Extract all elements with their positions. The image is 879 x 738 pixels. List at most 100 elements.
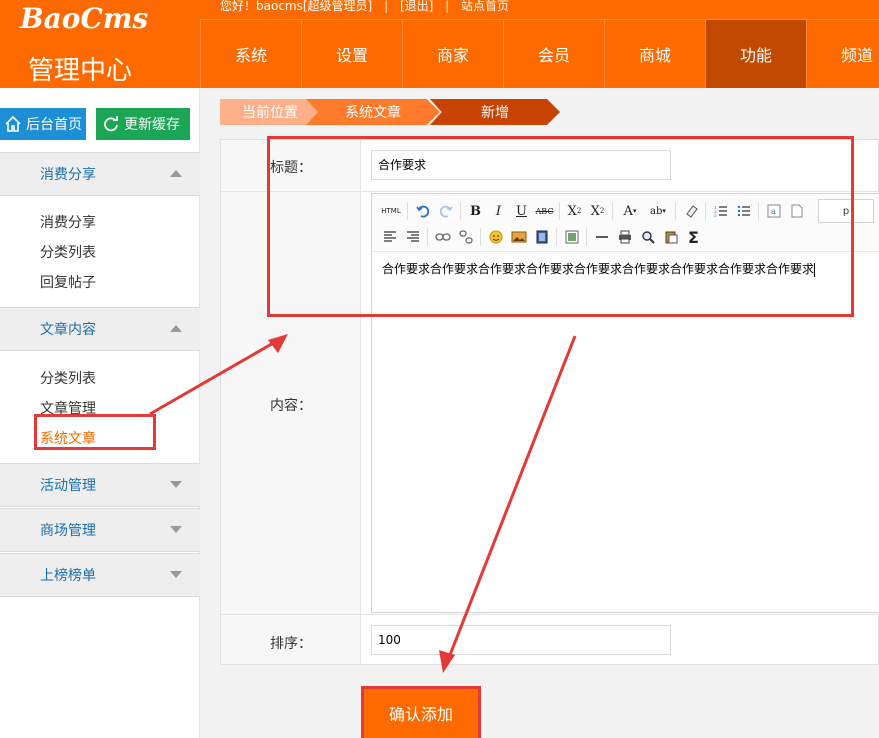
italic-icon[interactable]: I [487, 200, 510, 222]
expand-arrow-icon [170, 571, 182, 578]
breadcrumb-add-new: 新增 [430, 99, 560, 125]
topbar-separator: | [445, 0, 450, 13]
ordered-list-icon[interactable]: 123 [709, 200, 732, 222]
preview-icon[interactable] [636, 226, 659, 248]
sidebar-group-title: 商场管理 [40, 523, 96, 539]
refresh-cache-label: 更新缓存 [124, 117, 180, 133]
content-label: 内容： [270, 398, 312, 414]
bold-icon[interactable]: B [464, 200, 487, 222]
page-icon[interactable] [785, 200, 808, 222]
link-icon[interactable] [431, 226, 454, 248]
toolbar-separator [675, 202, 676, 220]
topbar: 您好！baocms[超级管理员] | [退出] | 站点首页 [200, 0, 879, 20]
undo-icon[interactable] [411, 200, 434, 222]
sidebar-item-article-category-list[interactable]: 分类列表 [40, 368, 96, 388]
confirm-add-button[interactable]: 确认添加 [362, 687, 480, 738]
toolbar-separator [586, 228, 587, 246]
main-content: 当前位置 系统文章 新增 标题： 合作要求 内容： HTML B I U ABC [200, 88, 879, 738]
eraser-icon[interactable] [679, 200, 702, 222]
sidebar: 后台首页 更新缓存 消费分享 消费分享 分类列表 回复帖子 文章内容 分类列表 … [0, 88, 200, 738]
main-nav: 系统 设置 商家 会员 商城 功能 频道 [200, 20, 879, 88]
sidebar-group-title: 活动管理 [40, 478, 96, 494]
underline-icon[interactable]: U [510, 200, 533, 222]
toolbar-separator [460, 202, 461, 220]
print-icon[interactable] [613, 226, 636, 248]
admin-home-button[interactable]: 后台首页 [0, 108, 86, 140]
svg-text:a: a [771, 207, 776, 216]
nav-tab-function[interactable]: 功能 [705, 20, 806, 88]
horizontal-rule-icon[interactable] [590, 226, 613, 248]
breadcrumb-current-location: 当前位置 [220, 99, 320, 125]
site-home-link[interactable]: 站点首页 [461, 0, 509, 13]
expand-arrow-icon [170, 481, 182, 488]
unordered-list-icon[interactable] [732, 200, 755, 222]
rich-text-editor[interactable]: HTML B I U ABC X2 X2 A ▾ ab ▾ 1 2 3 a p … [371, 193, 879, 613]
collapse-arrow-icon [170, 170, 182, 177]
content-text: 合作要求合作要求合作要求合作要求合作要求合作要求合作要求合作要求合作要求 [382, 262, 815, 276]
logout-link[interactable]: [退出] [400, 0, 433, 13]
toolbar-separator [480, 228, 481, 246]
sidebar-item-article-management[interactable]: 文章管理 [40, 398, 96, 418]
anchor-icon[interactable]: a [762, 200, 785, 222]
refresh-icon [104, 116, 118, 132]
nav-tab-channel[interactable]: 频道 [806, 20, 879, 88]
sidebar-group-activity-management[interactable]: 活动管理 [0, 463, 200, 507]
row-divider [221, 614, 879, 615]
home-icon [5, 115, 21, 132]
highlight-color-icon[interactable]: ab ▾ [644, 200, 672, 222]
toolbar-separator [612, 202, 613, 220]
text-caret [814, 262, 816, 277]
strikethrough-icon[interactable]: ABC [533, 200, 556, 222]
logo-area: BaoCms 管理中心 [0, 0, 200, 88]
sort-order-input[interactable]: 100 [371, 625, 671, 655]
sidebar-item-consume-share[interactable]: 消费分享 [40, 212, 96, 232]
sort-label: 排序： [270, 636, 312, 652]
sidebar-group-consume-share[interactable]: 消费分享 [0, 152, 200, 196]
header: BaoCms 管理中心 您好！baocms[超级管理员] | [退出] | 站点… [0, 0, 879, 88]
title-label: 标题： [270, 160, 312, 176]
video-icon[interactable] [530, 226, 553, 248]
formula-sigma-icon[interactable]: Σ [682, 226, 705, 248]
toolbar-separator [427, 228, 428, 246]
sidebar-group-ranking-list[interactable]: 上榜榜单 [0, 553, 200, 597]
nav-tab-settings[interactable]: 设置 [301, 20, 402, 88]
sidebar-group-mall-management[interactable]: 商场管理 [0, 508, 200, 552]
subscript-icon[interactable]: X2 [586, 200, 609, 222]
align-right-icon[interactable] [401, 226, 424, 248]
sidebar-item-system-article[interactable]: 系统文章 [40, 428, 96, 448]
redo-icon[interactable] [434, 200, 457, 222]
nav-tab-merchant[interactable]: 商家 [402, 20, 503, 88]
sidebar-item-category-list[interactable]: 分类列表 [40, 242, 96, 262]
article-form: 标题： 合作要求 内容： HTML B I U ABC X2 X2 A ▾ ab… [220, 139, 879, 665]
nav-tab-mall[interactable]: 商城 [604, 20, 705, 88]
editor-content-area[interactable]: 合作要求合作要求合作要求合作要求合作要求合作要求合作要求合作要求合作要求 [382, 260, 816, 277]
sidebar-group-article-content[interactable]: 文章内容 [0, 307, 200, 351]
nav-tab-system[interactable]: 系统 [200, 20, 301, 88]
font-color-icon[interactable]: A ▾ [616, 200, 644, 222]
emoticon-icon[interactable] [484, 226, 507, 248]
superscript-icon[interactable]: X2 [563, 200, 586, 222]
paragraph-format-select[interactable]: p [818, 199, 874, 223]
expand-arrow-icon [170, 526, 182, 533]
image-icon[interactable] [507, 226, 530, 248]
align-left-icon[interactable] [378, 226, 401, 248]
gallery-icon[interactable] [560, 226, 583, 248]
toolbar-separator [559, 202, 560, 220]
greeting-text: 您好！baocms [220, 0, 303, 13]
sidebar-item-reply-posts[interactable]: 回复帖子 [40, 272, 96, 292]
collapse-arrow-icon [170, 325, 182, 332]
unlink-icon[interactable] [454, 226, 477, 248]
logo[interactable]: BaoCms [20, 2, 148, 35]
toolbar-separator [758, 202, 759, 220]
refresh-cache-button[interactable]: 更新缓存 [96, 108, 190, 140]
sidebar-group-title: 消费分享 [40, 167, 96, 183]
breadcrumb-system-article[interactable]: 系统文章 [306, 99, 440, 125]
editor-toolbar: HTML B I U ABC X2 X2 A ▾ ab ▾ 1 2 3 a p … [372, 194, 879, 252]
admin-home-label: 后台首页 [26, 117, 82, 133]
admin-center-title: 管理中心 [28, 56, 133, 86]
paste-icon[interactable] [659, 226, 682, 248]
nav-tab-member[interactable]: 会员 [503, 20, 604, 88]
toolbar-separator [705, 202, 706, 220]
title-input[interactable]: 合作要求 [371, 150, 671, 180]
html-source-button[interactable]: HTML [378, 200, 404, 222]
